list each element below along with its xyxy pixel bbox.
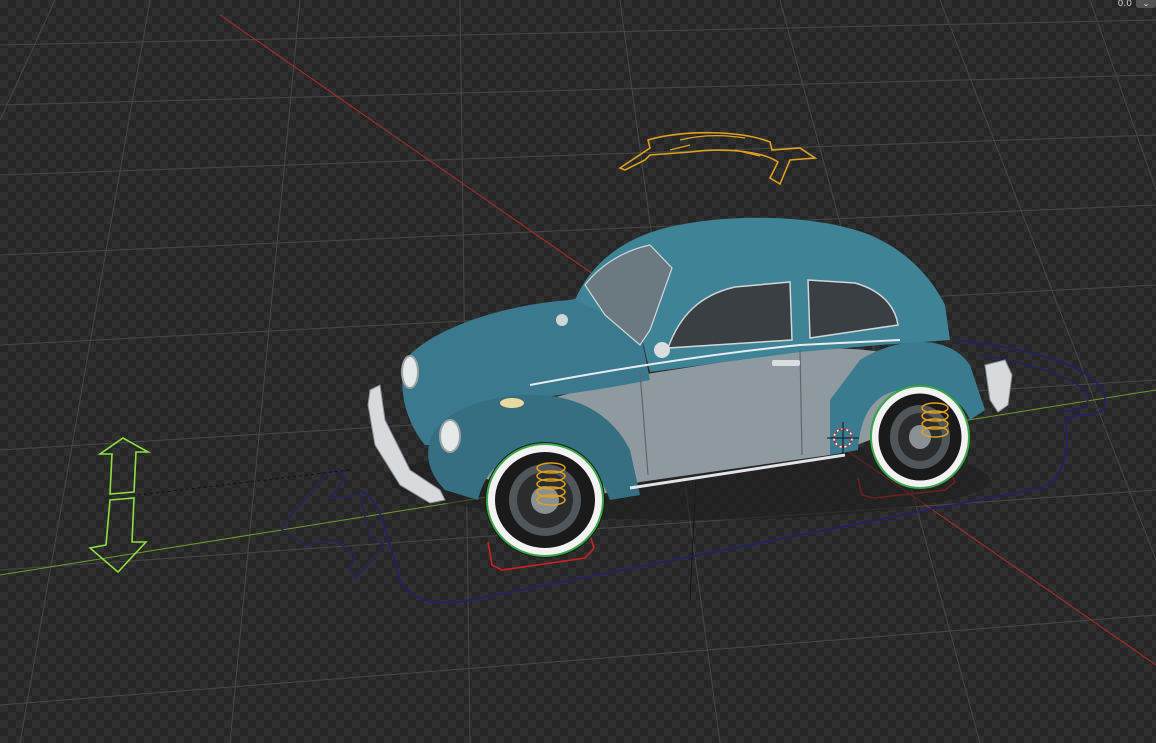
car-headlight-left [439, 419, 461, 453]
overlay-corner-text: 0.0 [1117, 0, 1132, 8]
front-wheel[interactable] [485, 442, 605, 558]
car-side-mirror [654, 342, 670, 358]
rear-wheel[interactable] [870, 385, 970, 489]
car-emblem [556, 314, 568, 326]
height-dashed-guide [137, 469, 351, 496]
scene-canvas[interactable] [0, 0, 1156, 743]
car-door-handle [772, 360, 800, 366]
height-arrow-icon[interactable] [97, 437, 152, 495]
forward-arrow-icon[interactable] [278, 469, 387, 580]
3d-viewport[interactable]: 0.0 ⌄ [0, 0, 1156, 743]
chevron-down-icon[interactable]: ⌄ [1136, 0, 1156, 8]
car-indicator [500, 398, 524, 408]
rotate-gizmo-icon[interactable] [618, 131, 818, 186]
car-headlight-right [401, 355, 419, 389]
viewport-corner-overlay: 0.0 ⌄ [1118, 0, 1156, 8]
car-rear-bumper [984, 359, 1013, 413]
